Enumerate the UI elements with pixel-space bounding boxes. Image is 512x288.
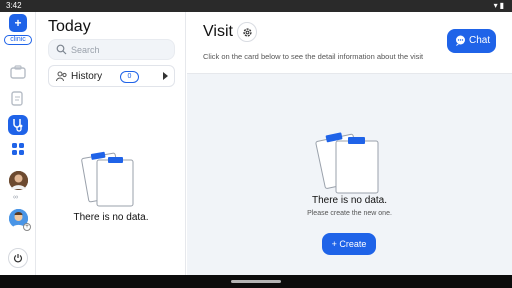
chat-label: Chat — [469, 35, 491, 46]
today-title: Today — [48, 18, 91, 35]
chat-button[interactable]: Chat — [447, 29, 496, 53]
search-icon — [56, 44, 67, 55]
status-icons: ▾▮ — [494, 1, 506, 10]
clinic-logo-text: clinic — [4, 35, 32, 45]
chat-bubble-icon — [456, 35, 465, 46]
search-input[interactable]: Search — [48, 39, 175, 60]
home-gesture-handle[interactable] — [231, 280, 281, 283]
apps-grid-icon — [12, 143, 24, 155]
rail-item-documents[interactable] — [8, 89, 28, 109]
rail-item-folder[interactable] — [8, 62, 28, 82]
visit-title: Visit — [203, 23, 233, 40]
document-icon — [11, 91, 23, 106]
search-placeholder: Search — [71, 45, 100, 55]
empty-state-hint: Please create the new one. — [307, 210, 392, 217]
group-icon — [56, 71, 67, 82]
folder-icon — [10, 65, 26, 79]
battery-icon: ▮ — [499, 1, 506, 10]
empty-clipboard-icon — [315, 132, 379, 194]
doctor-avatar[interactable] — [9, 171, 28, 190]
navigation-rail: + clinic ∞ + — [0, 12, 36, 275]
visit-panel: Visit Click on the card below to see the… — [187, 12, 512, 275]
settings-button[interactable] — [237, 22, 257, 42]
create-button[interactable]: + Create — [322, 233, 376, 255]
rail-item-apps[interactable] — [8, 139, 28, 159]
history-count-badge: 0 — [120, 71, 139, 83]
visit-content-area: There is no data. Please create the new … — [187, 73, 512, 275]
empty-state-text: There is no data. — [73, 212, 149, 223]
status-bar: 3:42 ▾▮ — [0, 0, 512, 12]
history-label: History — [71, 71, 103, 82]
status-time: 3:42 — [6, 1, 22, 10]
visit-subtitle: Click on the card below to see the detai… — [203, 52, 424, 61]
today-panel: Today Search History 0 There is no data. — [36, 12, 186, 275]
settings-badge-icon[interactable]: + — [23, 223, 31, 231]
app-screen: 3:42 ▾▮ + clinic ∞ + Today Search Histor… — [0, 0, 512, 288]
power-icon — [13, 254, 23, 263]
clinic-logo-icon: + — [9, 14, 27, 32]
power-button[interactable] — [8, 248, 28, 268]
caret-right-icon — [163, 72, 168, 80]
empty-clipboard-icon — [81, 151, 134, 207]
stethoscope-icon — [13, 119, 23, 132]
system-nav-bar — [0, 275, 512, 288]
empty-state-text: There is no data. — [311, 195, 388, 206]
gear-icon — [242, 27, 252, 37]
history-row[interactable]: History 0 — [48, 65, 175, 87]
link-icon: ∞ — [13, 194, 18, 201]
rail-item-visit[interactable] — [8, 115, 28, 135]
